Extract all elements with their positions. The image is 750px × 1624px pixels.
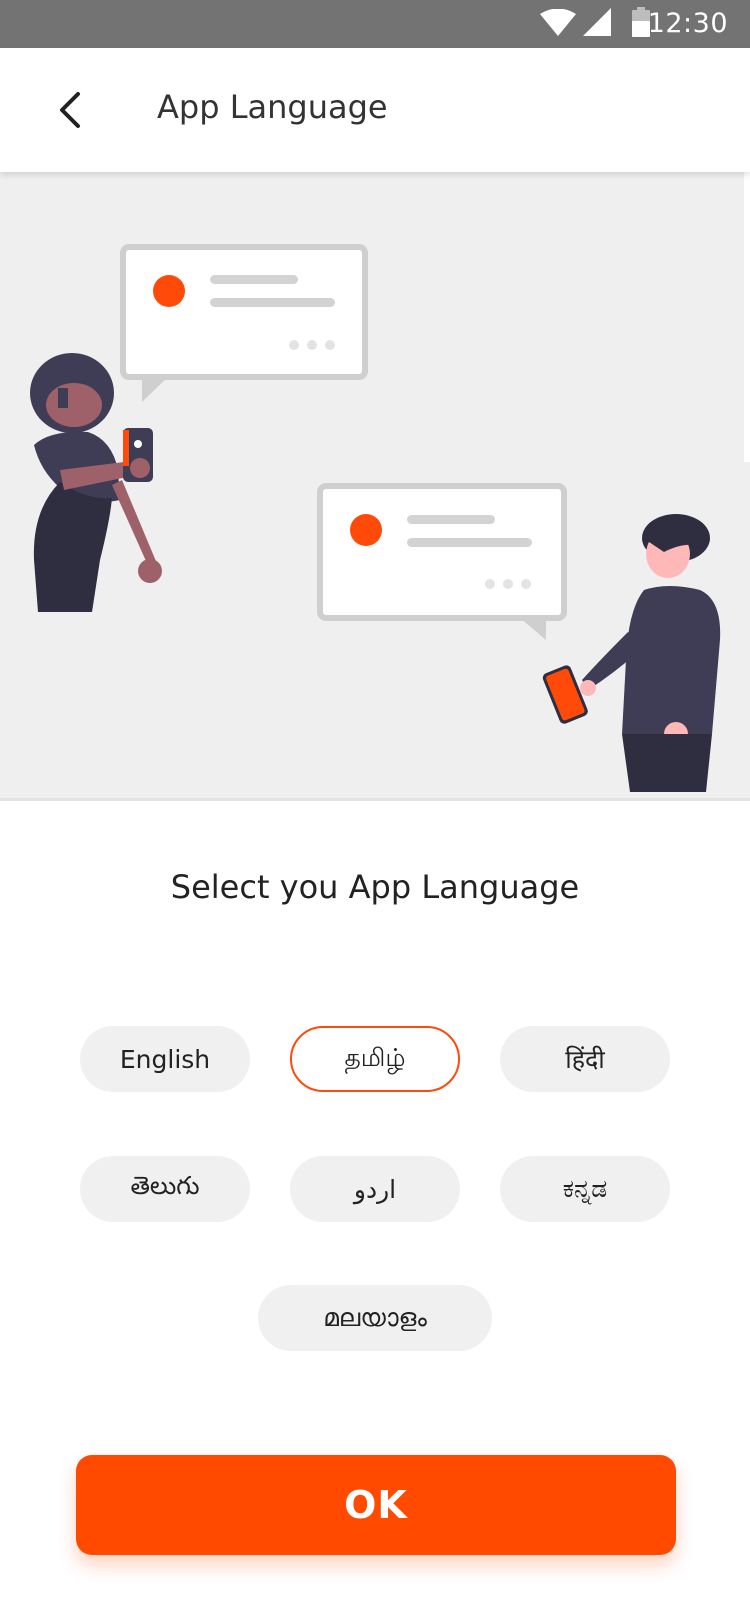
- language-chip-malayalam[interactable]: മലയാളം: [258, 1285, 492, 1351]
- ok-button[interactable]: OK: [76, 1455, 676, 1555]
- select-language-heading: Select you App Language: [170, 868, 580, 906]
- chevron-left-icon: [60, 92, 80, 128]
- app-bar: App Language: [0, 48, 750, 172]
- status-bar: 12:30: [0, 0, 750, 48]
- language-chip-telugu[interactable]: తెలుగు: [80, 1156, 250, 1222]
- man-figure: [542, 514, 721, 792]
- language-chip-hindi[interactable]: हिंदी: [500, 1026, 670, 1092]
- chat-bubble-bottom: [317, 483, 567, 640]
- status-time: 12:30: [647, 8, 728, 39]
- back-button[interactable]: [40, 80, 100, 140]
- language-chip-urdu[interactable]: اردو: [290, 1156, 460, 1222]
- cellular-signal-icon: [583, 8, 611, 36]
- page-title: App Language: [157, 88, 388, 126]
- language-chip-english[interactable]: English: [80, 1026, 250, 1092]
- wifi-icon: [540, 9, 576, 36]
- language-chip-kannada[interactable]: ಕನ್ನಡ: [500, 1156, 670, 1222]
- chat-bubble-top: [120, 244, 368, 402]
- language-chip-tamil[interactable]: தமிழ்: [290, 1026, 460, 1092]
- two-people-chatting-illustration: [30, 244, 721, 792]
- illustration-area: [0, 172, 750, 801]
